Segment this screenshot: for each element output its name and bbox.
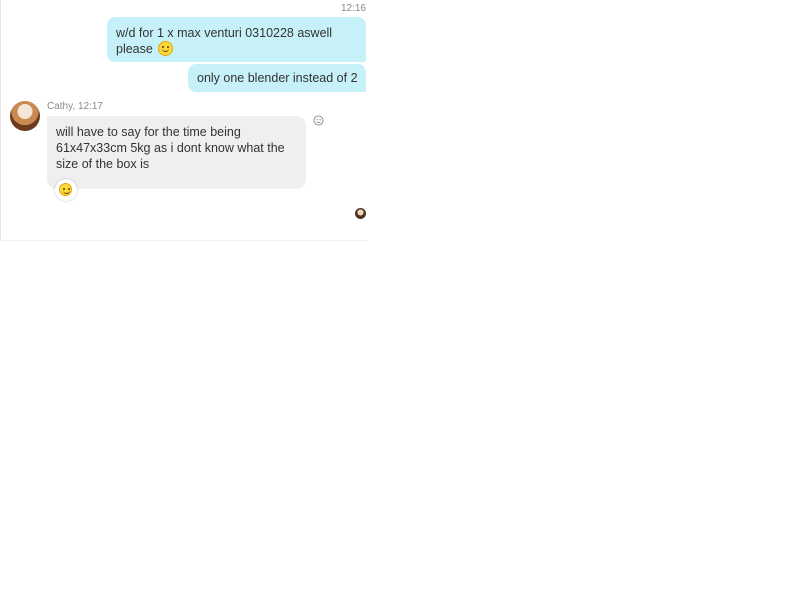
sender-meta: Cathy, 12:17: [47, 101, 103, 112]
sender-name: Cathy: [47, 101, 73, 112]
smiling-face-icon: [59, 183, 72, 196]
message-text-line: please: [116, 42, 153, 56]
chat-conversation-pane: 12:16 w/d for 1 x max venturi 0310228 as…: [0, 0, 368, 241]
message-text-line: will have to say for the time being: [56, 125, 241, 139]
read-receipt-avatar: [355, 208, 366, 219]
outgoing-message-bubble[interactable]: only one blender instead of 2: [188, 64, 366, 92]
outgoing-message-bubble[interactable]: w/d for 1 x max venturi 0310228 aswell p…: [107, 17, 366, 62]
contact-avatar[interactable]: [10, 101, 40, 131]
message-text-line: 61x47x33cm 5kg as i dont know what the: [56, 141, 285, 155]
incoming-message-bubble[interactable]: will have to say for the time being 61x4…: [47, 116, 306, 189]
incoming-timestamp: 12:17: [77, 101, 103, 112]
outgoing-timestamp: 12:16: [340, 3, 366, 14]
message-text-line: size of the box is: [56, 157, 150, 171]
message-reaction-badge[interactable]: [55, 179, 77, 201]
add-reaction-icon[interactable]: [313, 115, 324, 126]
message-text: only one blender instead of 2: [197, 71, 358, 85]
message-text-line: w/d for 1 x max venturi 0310228 aswell: [116, 26, 333, 40]
smiling-face-icon: [158, 41, 174, 56]
